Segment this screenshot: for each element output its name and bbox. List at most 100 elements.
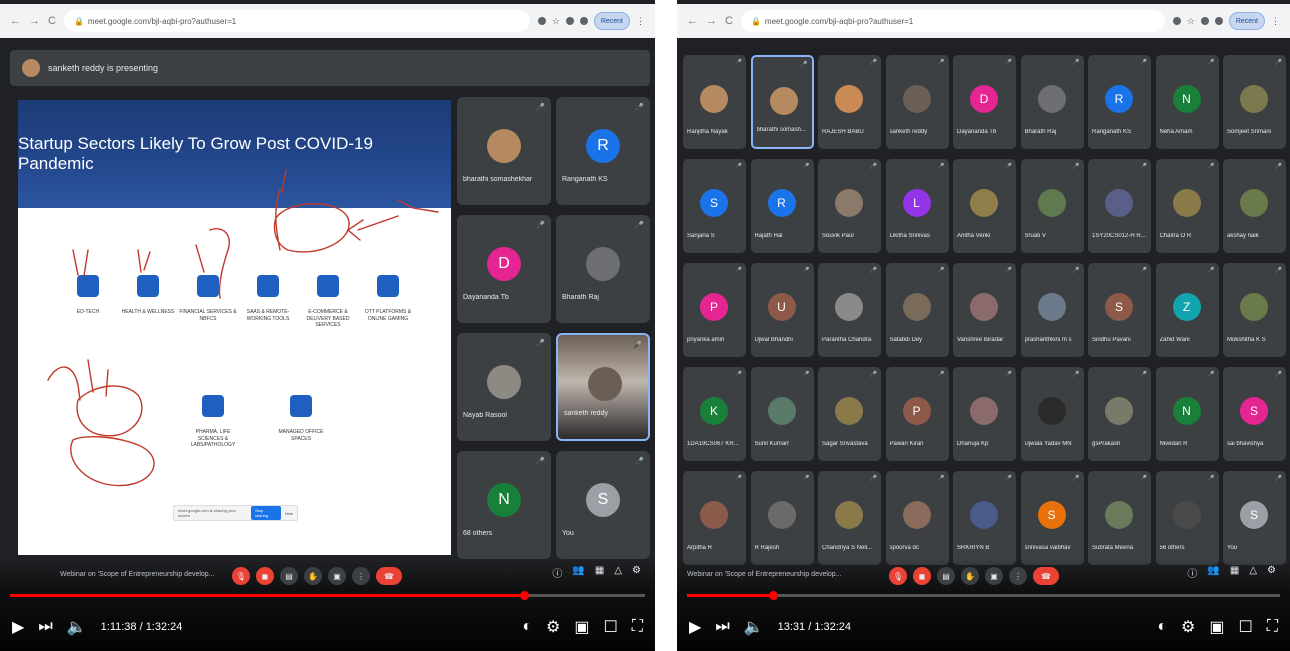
participant-tile[interactable]: 🎤 bharathi somash... — [750, 55, 814, 149]
participant-tile[interactable]: 🎤 U Ujwal Bhandhi — [750, 263, 814, 357]
participant-tile[interactable]: 🎤 S You — [1223, 471, 1286, 565]
next-icon[interactable]: ⏭ — [38, 618, 52, 636]
participant-tile[interactable]: 🎤 Ssai bhavishya — [1223, 367, 1286, 461]
participant-tile[interactable]: 🎤 Ranjitha Nayak — [683, 55, 746, 149]
raise-hand-icon[interactable]: ✋ — [961, 567, 979, 585]
autoplay-toggle[interactable]: ◐ — [522, 618, 532, 636]
fullscreen-icon[interactable]: ⛶ — [632, 618, 643, 636]
star-icon[interactable]: ☆ — [552, 16, 560, 27]
reload-icon[interactable]: C — [725, 15, 733, 27]
progress-scrubber[interactable] — [520, 591, 530, 600]
activities-icon[interactable]: △ — [614, 565, 622, 580]
participant-tile[interactable]: 🎤 Ppriyanka amin — [683, 263, 746, 357]
participant-tile[interactable]: 🎤 Souvik Paul — [818, 159, 881, 253]
participant-tile[interactable]: 🎤 RAJESH BABU — [818, 55, 881, 149]
participant-tile[interactable]: 🎤 Mokshitha K S — [1223, 263, 1286, 357]
menu-icon[interactable]: ⋮ — [1271, 16, 1280, 27]
info-icon[interactable]: ⓘ — [1187, 565, 1197, 580]
mic-off-icon[interactable]: 🎙 — [232, 567, 250, 585]
address-bar[interactable]: 🔒 meet.google.com/bji-aqbi-pro?authuser=… — [740, 10, 1165, 32]
video-progress-bar[interactable] — [10, 591, 645, 600]
participant-tile[interactable]: 🎤 Arpitha R — [683, 471, 746, 565]
participant-tile[interactable]: 🎤 Z Zahid Wani — [1155, 263, 1219, 357]
leave-call-icon[interactable]: ☎ — [376, 567, 402, 585]
participant-tile[interactable]: 🎤 Nayab Rasool — [457, 333, 551, 441]
profile-button[interactable]: Recent — [593, 12, 630, 30]
participant-tile[interactable]: 🎤 Sruati V — [1020, 159, 1084, 253]
participant-tile[interactable]: 🎤 S You — [556, 451, 650, 559]
participant-tile[interactable]: 🎤 Sagar Srivastava — [818, 367, 881, 461]
theater-mode-icon[interactable]: ☐ — [603, 617, 617, 637]
theater-mode-icon[interactable]: ☐ — [1238, 617, 1252, 637]
activities-icon[interactable]: △ — [1249, 565, 1257, 580]
volume-icon[interactable]: 🔈 — [744, 617, 764, 637]
next-icon[interactable]: ⏭ — [715, 618, 729, 636]
participant-tile[interactable]: 🎤 Chaitra O R — [1155, 159, 1219, 253]
star-icon[interactable]: ☆ — [1187, 16, 1195, 27]
extension-icon[interactable] — [537, 17, 546, 25]
info-icon[interactable]: ⓘ — [552, 565, 562, 580]
participant-tile[interactable]: 🎤 Chandriya S Nell... — [818, 471, 881, 565]
participant-tile[interactable]: 🎤 bharathi somashekhar — [457, 97, 551, 205]
miniplayer-icon[interactable]: ▣ — [1209, 617, 1224, 637]
participant-tile[interactable]: 🎤 R Rajesh — [750, 471, 814, 565]
participant-tile[interactable]: 🎤 sanketh reddy — [885, 55, 949, 149]
extension-icon[interactable] — [1172, 17, 1181, 25]
stop-sharing-button[interactable]: Stop sharing — [250, 506, 281, 520]
autoplay-toggle[interactable]: ◐ — [1157, 618, 1167, 636]
participant-tile[interactable]: 🎤 Somjeet Srimani — [1223, 55, 1286, 149]
back-icon[interactable]: ← — [687, 15, 698, 27]
extension-icon[interactable] — [565, 17, 574, 25]
menu-icon[interactable]: ⋮ — [636, 16, 645, 27]
video-progress-bar[interactable] — [687, 591, 1280, 600]
present-icon[interactable]: ▣ — [985, 567, 1003, 585]
participant-tile[interactable]: 🎤 S Sindhu Pavani — [1088, 263, 1151, 357]
leave-call-icon[interactable]: ☎ — [1033, 567, 1059, 585]
forward-icon[interactable]: → — [29, 15, 40, 27]
participant-tile[interactable]: 🎤 Varishree Biradar — [953, 263, 1016, 357]
play-icon[interactable]: ▶ — [689, 617, 701, 637]
participant-tile[interactable]: 🎤 Anitha Venki — [953, 159, 1016, 253]
people-icon[interactable]: 👥 — [572, 565, 584, 580]
settings-gear-icon[interactable]: ⚙ — [1181, 617, 1195, 637]
address-bar[interactable]: 🔒 meet.google.com/bji-aqbi-pro?authuser=… — [63, 10, 530, 32]
participant-tile[interactable]: 🎤 prashanthkini m s — [1020, 263, 1084, 357]
participant-tile[interactable]: 🎤 D Dayananda Tb — [953, 55, 1016, 149]
miniplayer-icon[interactable]: ▣ — [574, 617, 589, 637]
chat-icon[interactable]: ▦ — [595, 565, 604, 580]
participant-tile[interactable]: 🎤 gsPrakash — [1088, 367, 1151, 461]
captions-icon[interactable]: ▤ — [280, 567, 298, 585]
participant-tile[interactable]: 🎤 R Rajath Hal — [750, 159, 814, 253]
extension-icon[interactable] — [579, 17, 588, 25]
participant-tile[interactable]: 🎤 Parantha Chandra — [818, 263, 881, 357]
participant-tile[interactable]: 🎤 SRKRIYN B — [953, 471, 1016, 565]
participant-tile[interactable]: 🎤 R Ranganath KS — [1088, 55, 1151, 149]
participant-tile[interactable]: 🎤 Satabdi Dey — [885, 263, 949, 357]
participant-tile[interactable]: 🎤 Bharath Raj — [556, 215, 650, 323]
mic-off-icon[interactable]: 🎙 — [889, 567, 907, 585]
participant-tile[interactable]: 🎤 N 68 others — [457, 451, 551, 559]
participant-tile[interactable]: 🎤 S Sanjana S — [683, 159, 746, 253]
settings-icon[interactable]: ⚙ — [632, 565, 641, 580]
forward-icon[interactable]: → — [706, 15, 717, 27]
present-icon[interactable]: ▣ — [328, 567, 346, 585]
participant-tile[interactable]: 🎤 sanketh reddy — [556, 333, 650, 441]
participant-tile[interactable]: 🎤 56 others — [1155, 471, 1219, 565]
settings-icon[interactable]: ⚙ — [1267, 565, 1276, 580]
more-options-icon[interactable]: ⋮ — [352, 567, 370, 585]
participant-tile[interactable]: 🎤 R Ranganath KS — [556, 97, 650, 205]
more-options-icon[interactable]: ⋮ — [1009, 567, 1027, 585]
progress-scrubber[interactable] — [768, 591, 778, 600]
raise-hand-icon[interactable]: ✋ — [304, 567, 322, 585]
participant-tile[interactable]: 🎤 K 1DA19CS067 KR... — [683, 367, 746, 461]
play-icon[interactable]: ▶ — [12, 617, 24, 637]
participant-tile[interactable]: 🎤 Ujwala Yadav MN — [1020, 367, 1084, 461]
extension-icon[interactable] — [1200, 17, 1209, 25]
participant-tile[interactable]: 🎤 N Neha Amam — [1155, 55, 1219, 149]
fullscreen-icon[interactable]: ⛶ — [1267, 618, 1278, 636]
participant-tile[interactable]: 🎤 akshay naik — [1223, 159, 1286, 253]
participant-tile[interactable]: 🎤 1SY20CS012-H R... — [1088, 159, 1151, 253]
extension-icon[interactable] — [1214, 17, 1223, 25]
profile-button[interactable]: Recent — [1228, 12, 1265, 30]
camera-off-icon[interactable]: ◼ — [256, 567, 274, 585]
